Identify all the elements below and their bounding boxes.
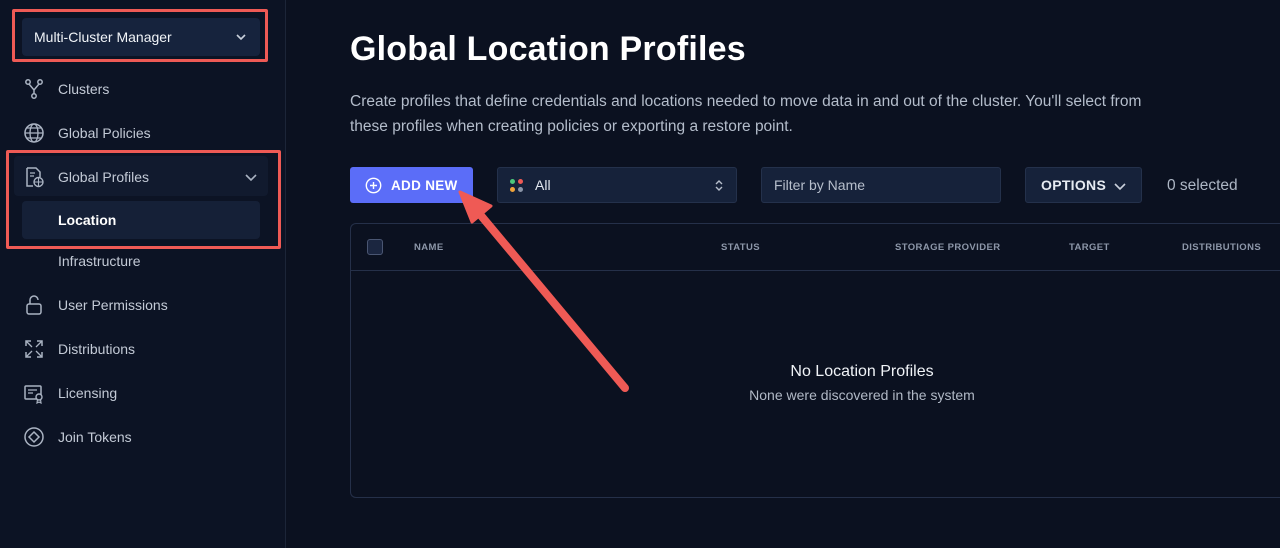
table-header: NAME STATUS STORAGE PROVIDER TARGET DIST…: [351, 224, 1280, 271]
globe-icon: [22, 121, 46, 145]
status-filter-value: All: [535, 177, 551, 193]
sidebar-item-clusters[interactable]: Clusters: [0, 69, 286, 109]
column-header-target[interactable]: TARGET: [1069, 242, 1110, 253]
sidebar-item-join-tokens[interactable]: Join Tokens: [0, 417, 286, 457]
sidebar: Multi-Cluster Manager Clusters Global Po…: [0, 0, 286, 548]
certificate-icon: [22, 381, 46, 405]
highlight-box-cluster-selector: [12, 9, 268, 62]
cluster-icon: [22, 77, 46, 101]
sidebar-subitem-label: Infrastructure: [58, 253, 141, 269]
sidebar-item-label: Global Policies: [58, 125, 151, 141]
column-header-status[interactable]: STATUS: [721, 242, 760, 253]
column-header-storage-provider[interactable]: STORAGE PROVIDER: [895, 242, 1000, 253]
options-button[interactable]: OPTIONS: [1025, 167, 1142, 203]
highlight-box-global-profiles: [6, 150, 281, 249]
name-filter-input[interactable]: [761, 167, 1001, 203]
expand-icon: [22, 337, 46, 361]
add-new-button[interactable]: ADD NEW: [350, 167, 473, 203]
chevron-down-icon: [1114, 183, 1126, 191]
chevron-updown-icon: [715, 180, 723, 191]
page-title: Global Location Profiles: [350, 30, 746, 68]
sidebar-item-label: Join Tokens: [58, 429, 132, 445]
sidebar-item-label: Licensing: [58, 385, 118, 401]
column-header-distributions[interactable]: DISTRIBUTIONS: [1182, 242, 1261, 253]
add-new-label: ADD NEW: [391, 177, 458, 193]
sidebar-item-user-permissions[interactable]: User Permissions: [0, 285, 286, 325]
main-content: Global Location Profiles Create profiles…: [286, 0, 1280, 548]
sidebar-item-label: Distributions: [58, 341, 136, 357]
options-label: OPTIONS: [1041, 177, 1107, 193]
sidebar-item-label: Clusters: [58, 81, 110, 97]
column-header-name[interactable]: NAME: [414, 242, 444, 253]
select-all-checkbox[interactable]: [367, 239, 383, 255]
page-description: Create profiles that define credentials …: [350, 93, 1142, 135]
sidebar-item-distributions[interactable]: Distributions: [0, 329, 286, 369]
status-dots-icon: [510, 179, 524, 193]
empty-state-title: No Location Profiles: [790, 363, 934, 380]
plus-circle-icon: [365, 177, 382, 193]
selected-count: 0 selected: [1167, 177, 1238, 194]
token-icon: [22, 425, 46, 449]
status-filter-select[interactable]: All: [497, 167, 737, 203]
sidebar-item-label: User Permissions: [58, 297, 168, 313]
profiles-table: NAME STATUS STORAGE PROVIDER TARGET DIST…: [350, 223, 1280, 498]
sidebar-item-licensing[interactable]: Licensing: [0, 373, 286, 413]
lock-icon: [22, 293, 46, 317]
sidebar-item-global-policies[interactable]: Global Policies: [0, 113, 286, 153]
empty-state-subtitle: None were discovered in the system: [749, 387, 975, 403]
